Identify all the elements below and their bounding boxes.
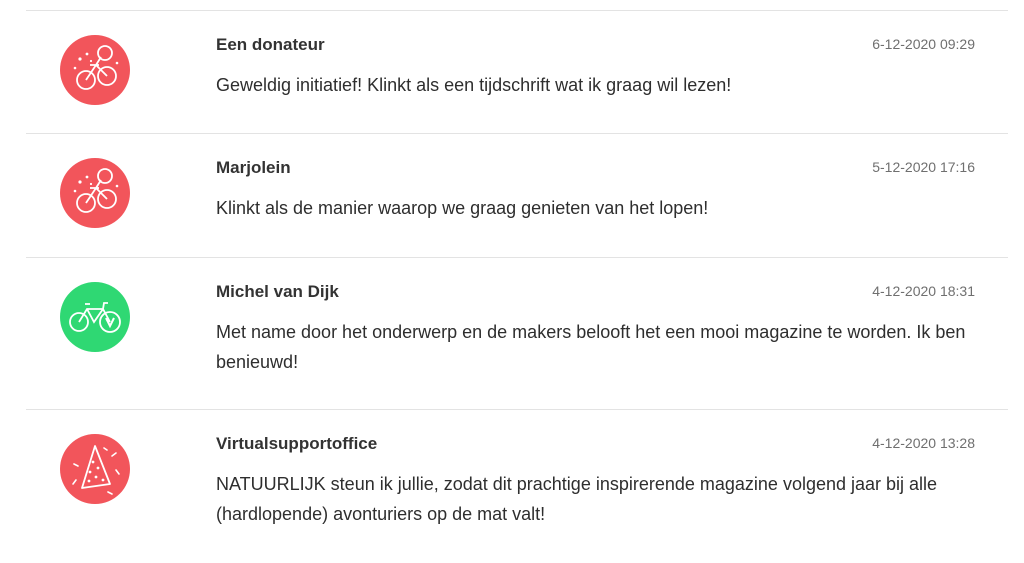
comment-text: Klinkt als de manier waarop we graag gen… [216, 198, 709, 218]
bicycle-sparkle-icon [73, 168, 119, 213]
comment-item: Virtualsupportoffice 4-12-2020 13:28 NAT… [26, 409, 1008, 563]
bike-v-icon [69, 302, 121, 333]
comment-author: Virtualsupportoffice [216, 434, 378, 453]
comment-text: NATUURLIJK steun ik jullie, zodat dit pr… [216, 474, 938, 524]
party-hat-icon [72, 445, 120, 495]
avatar [60, 158, 130, 228]
comment-author: Een donateur [216, 35, 325, 54]
comment-date: 4-12-2020 18:31 [872, 283, 975, 299]
comment-date: 6-12-2020 09:29 [872, 36, 975, 52]
avatar [60, 434, 130, 504]
bicycle-sparkle-icon [73, 45, 119, 90]
comment-author: Marjolein [216, 158, 291, 177]
comment-item: Een donateur 6-12-2020 09:29 Geweldig in… [26, 10, 1008, 133]
comment-list: Een donateur 6-12-2020 09:29 Geweldig in… [0, 0, 1024, 562]
comment-author: Michel van Dijk [216, 282, 339, 301]
avatar [60, 282, 130, 352]
comment-date: 4-12-2020 13:28 [872, 435, 975, 451]
comment-text: Met name door het onderwerp en de makers… [216, 322, 966, 372]
avatar [60, 35, 130, 105]
comment-item: Michel van Dijk 4-12-2020 18:31 Met name… [26, 257, 1008, 409]
comment-date: 5-12-2020 17:16 [872, 159, 975, 175]
comment-item: Marjolein 5-12-2020 17:16 Klinkt als de … [26, 133, 1008, 257]
comment-text: Geweldig initiatief! Klinkt als een tijd… [216, 75, 732, 95]
